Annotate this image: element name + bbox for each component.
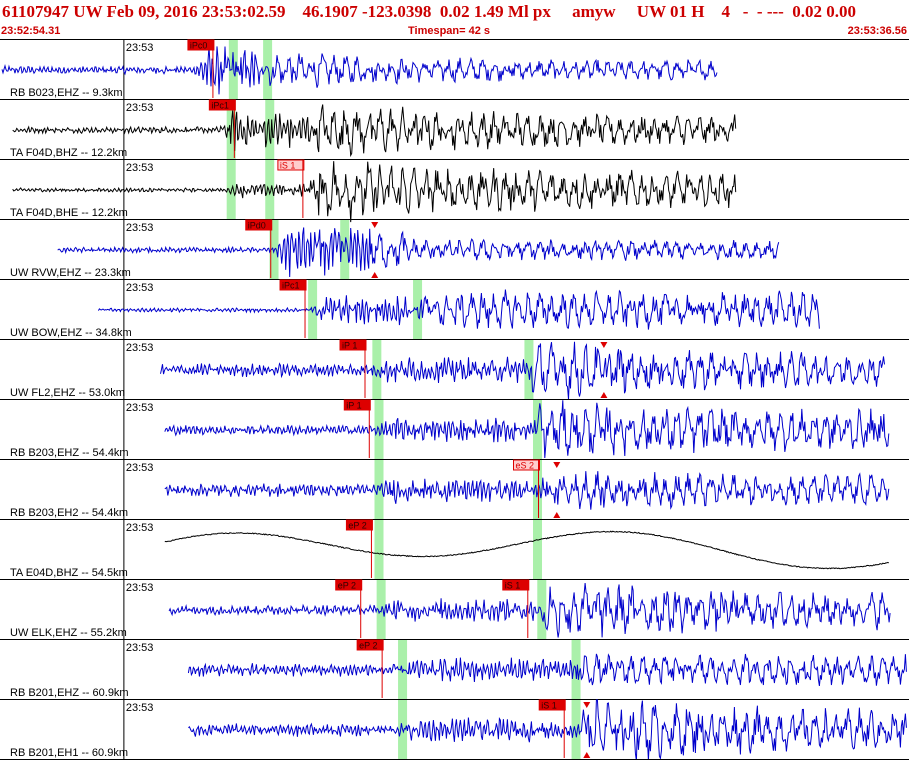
coda-marker-bottom: [600, 392, 608, 398]
coda-marker-top: [371, 222, 379, 228]
trace-panel: 23:53 eS 2 RB B203,EH2 -- 54.4km: [0, 459, 909, 519]
coda-marker-top: [600, 342, 608, 348]
trace-panel: 23:53 iS 1 TA F04D,BHE -- 12.2km: [0, 159, 909, 223]
trace-panel: 23:53 iP 1 RB B203,EHZ -- 54.4km: [0, 399, 909, 459]
trace-panel: 23:53 eP 2 TA E04D,BHZ -- 54.5km: [0, 519, 909, 579]
waveform: [164, 400, 890, 459]
waveform: [164, 471, 890, 510]
time-tick-label: 23:53: [126, 162, 154, 174]
station-label: TA E04D,BHZ -- 54.5km: [10, 567, 128, 579]
phase-pick-label: iP 1: [342, 341, 357, 351]
phase-pick-label: iPc1: [282, 281, 300, 291]
trace-panel: 23:53 iPc1 TA F04D,BHZ -- 12.2km: [0, 99, 909, 159]
trace-panel: 23:53 eP 2 iS 1 UW ELK,EHZ -- 55.2km: [0, 579, 909, 639]
phase-pick-label: eP 2: [338, 581, 356, 591]
trace-panel: 23:53 eP 2 RB B201,EHZ -- 60.9km: [0, 639, 909, 699]
seismogram-panel[interactable]: 23:53 iPc0 RB B023,EHZ -- 9.3km 23:53 iPc1 TA…: [0, 0, 909, 760]
phase-pick-label: iPc1: [211, 101, 229, 111]
time-tick-label: 23:53: [126, 582, 154, 594]
waveform: [187, 653, 907, 686]
station-label: UW FL2,EHZ -- 53.0km: [10, 387, 125, 399]
time-tick-label: 23:53: [126, 402, 154, 414]
phase-pick-label: eP 2: [359, 641, 377, 651]
phase-pick-label: iP 1: [346, 401, 361, 411]
station-label: UW BOW,EHZ -- 34.8km: [10, 327, 132, 339]
coda-marker-top: [583, 702, 591, 708]
trace-panel: 23:53 iS 1 RB B201,EH1 -- 60.9km: [0, 699, 909, 760]
theoretical-arrival-bar: [372, 340, 382, 399]
phase-pick-label: eS 2: [516, 461, 535, 471]
theoretical-arrival-bar: [263, 40, 273, 99]
waveform: [168, 583, 891, 638]
waveform: [164, 530, 890, 570]
station-label: RB B203,EHZ -- 54.4km: [10, 447, 129, 459]
phase-pick-label: iPc0: [190, 41, 208, 51]
waveform: [160, 341, 885, 400]
phase-pick-label: iS 1: [280, 161, 296, 171]
time-tick-label: 23:53: [126, 642, 154, 654]
station-label: TA F04D,BHZ -- 12.2km: [10, 147, 127, 159]
trace-panel: 23:53 iPd0 UW RVW,EHZ -- 23.3km: [0, 219, 909, 279]
trace-panel: 23:53 iP 1 UW FL2,EHZ -- 53.0km: [0, 339, 909, 400]
theoretical-arrival-bar: [265, 100, 275, 159]
coda-marker-bottom: [583, 752, 591, 758]
time-tick-label: 23:53: [126, 282, 154, 294]
phase-pick-label: iS 1: [505, 581, 521, 591]
phase-pick-label: iPd0: [248, 221, 266, 231]
time-tick-label: 23:53: [126, 222, 154, 234]
phase-pick-label: iS 1: [541, 701, 557, 711]
waveform: [97, 289, 820, 330]
coda-marker-bottom: [553, 512, 561, 518]
station-label: RB B023,EHZ -- 9.3km: [10, 87, 122, 99]
station-label: RB B201,EHZ -- 60.9km: [10, 687, 129, 699]
trace-panel: 23:53 iPc1 UW BOW,EHZ -- 34.8km: [0, 279, 909, 339]
theoretical-arrival-bar: [374, 520, 384, 579]
trace-panel: 23:53 iPc0 RB B023,EHZ -- 9.3km: [0, 39, 909, 99]
coda-marker-top: [553, 462, 561, 468]
station-label: UW ELK,EHZ -- 55.2km: [10, 627, 127, 639]
waveform: [57, 227, 780, 278]
station-label: TA F04D,BHE -- 12.2km: [10, 207, 128, 219]
time-tick-label: 23:53: [126, 462, 154, 474]
theoretical-arrival-bar: [533, 520, 543, 579]
station-label: RB B201,EH1 -- 60.9km: [10, 747, 128, 759]
station-label: UW RVW,EHZ -- 23.3km: [10, 267, 131, 279]
time-tick-label: 23:53: [126, 342, 154, 354]
time-tick-label: 23:53: [126, 42, 154, 54]
time-tick-label: 23:53: [126, 102, 154, 114]
coda-marker-bottom: [371, 272, 379, 278]
station-label: RB B203,EH2 -- 54.4km: [10, 507, 128, 519]
phase-pick-label: eP 2: [348, 521, 366, 531]
time-tick-label: 23:53: [126, 702, 154, 714]
time-tick-label: 23:53: [126, 522, 154, 534]
